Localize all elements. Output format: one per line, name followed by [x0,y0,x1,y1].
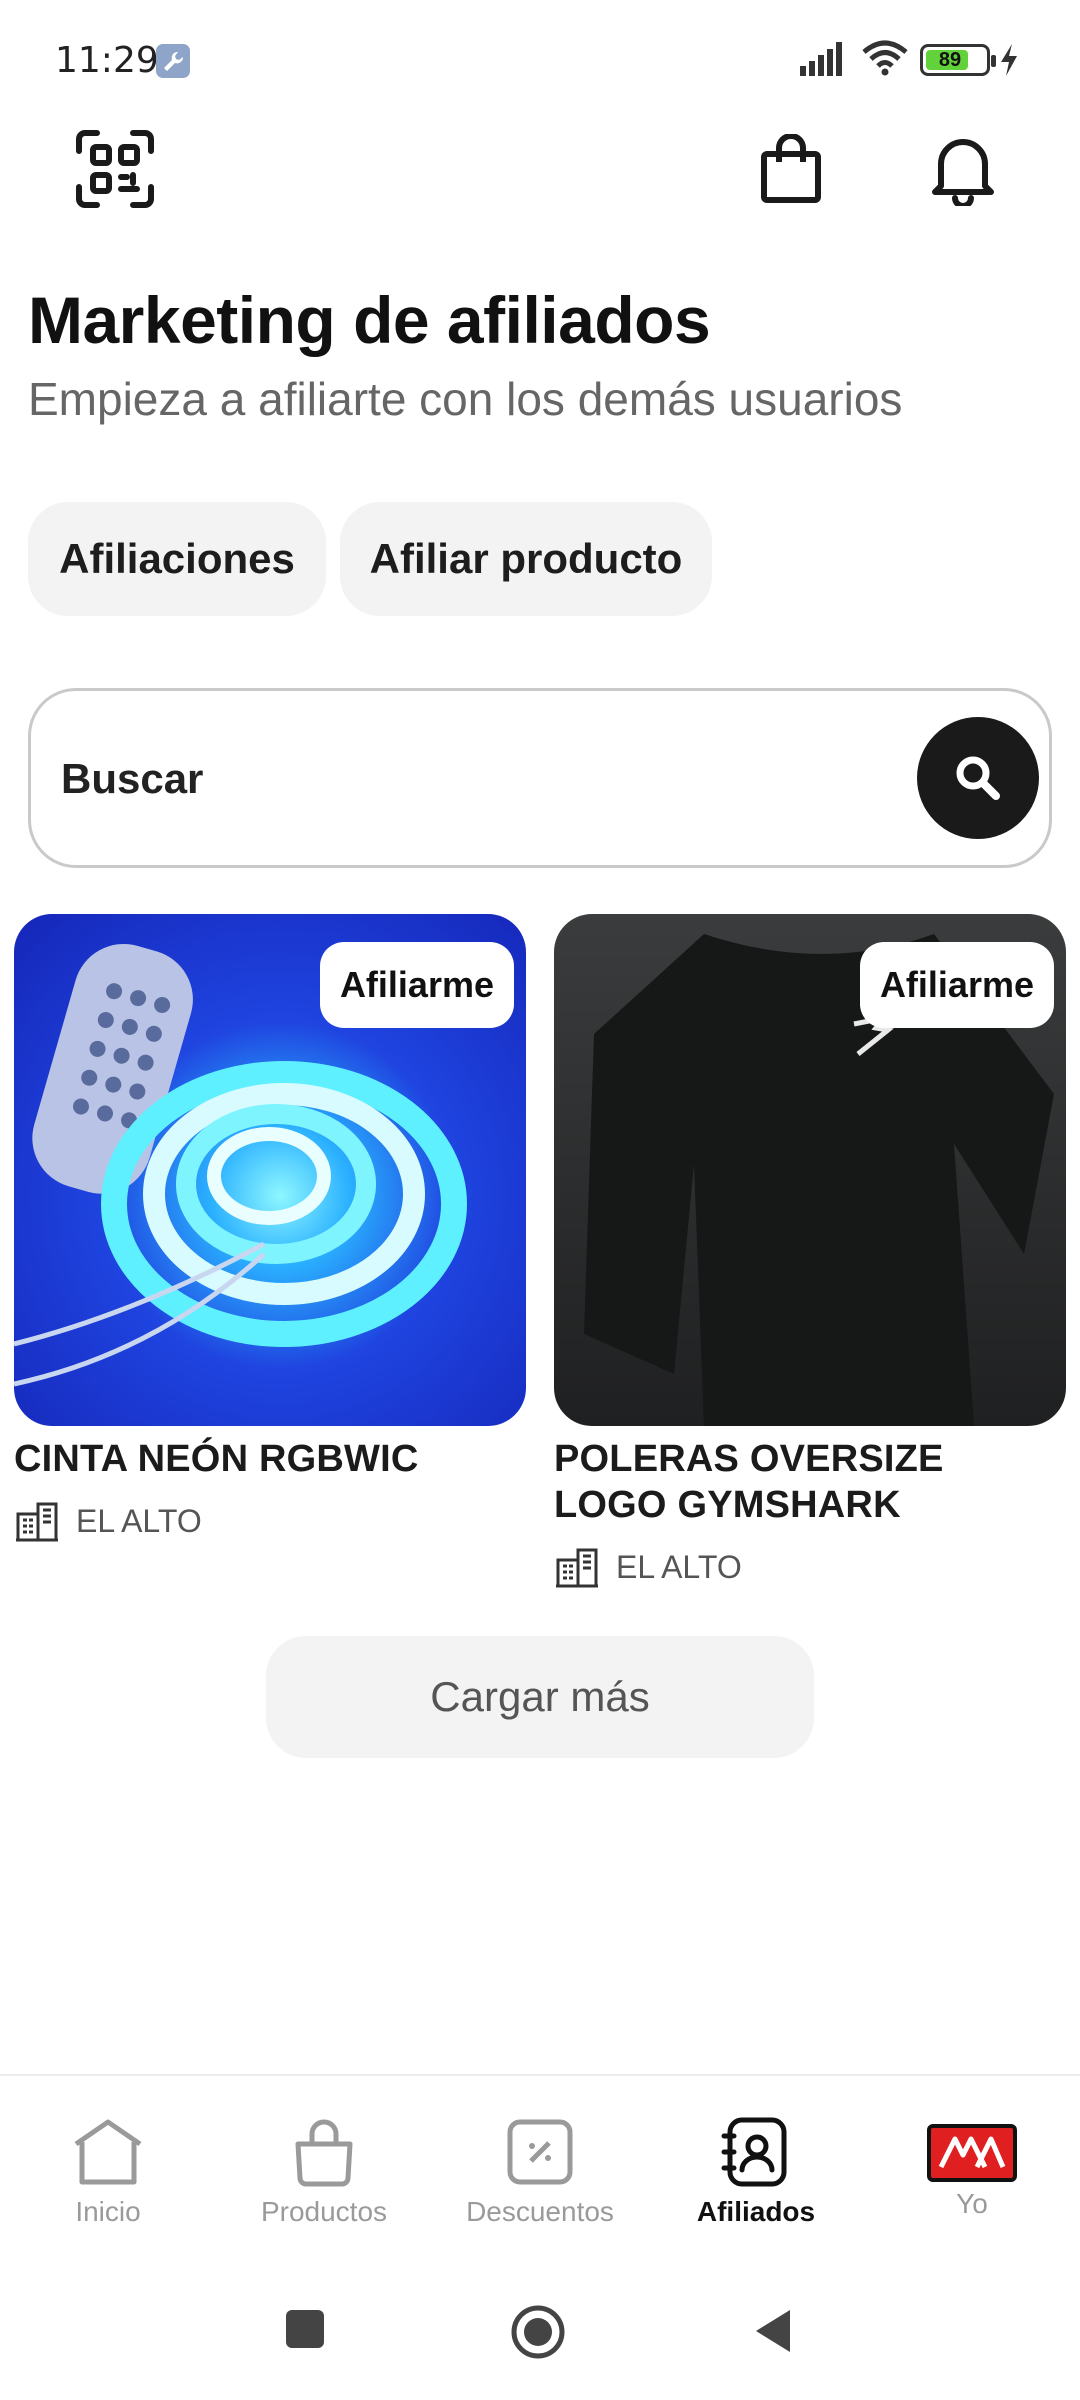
nav-label: Descuentos [466,2196,614,2227]
store-icon [16,1502,58,1542]
notifications-button[interactable] [922,128,1004,210]
store-icon [556,1548,598,1588]
affiliate-button[interactable]: Afiliarme [319,942,514,1028]
nav-label: Inicio [75,2196,141,2227]
product-location: EL ALTO [554,1544,1066,1590]
product-card[interactable]: Afiliarme POLERAS OVERSIZE LOGO GYMSHARK… [554,914,1066,1590]
qr-scan-button[interactable] [74,128,156,210]
status-time: 11:29 [55,40,159,81]
bell-icon [932,139,994,206]
nav-item-yo[interactable]: Yo [864,2116,1080,2220]
nav-label: Productos [260,2196,388,2227]
discount-icon [507,2119,573,2185]
nav-label: Afiliados [696,2196,816,2227]
avatar [927,2124,1017,2182]
affiliate-button[interactable]: Afiliarme [859,942,1054,1028]
qr-scan-icon [76,130,154,208]
product-image-tshirt[interactable]: Afiliarme [554,914,1066,1426]
tab-afiliaciones[interactable]: Afiliaciones [28,502,326,616]
shopping-bag-icon [761,134,821,203]
cart-button[interactable] [750,128,832,210]
product-name[interactable]: POLERAS OVERSIZE LOGO GYMSHARK [554,1436,1066,1528]
nav-item-productos[interactable]: Productos [216,2116,432,2228]
brand-logo-icon [938,2136,1006,2169]
product-location-text: EL ALTO [76,1502,202,1539]
system-nav-bar [0,2254,1080,2400]
home-icon [74,2119,142,2185]
product-location: EL ALTO [14,1498,526,1544]
wrench-icon [156,44,190,78]
search-button[interactable] [917,717,1039,839]
page-title: Marketing de afiliados [28,283,711,357]
bag-icon [295,2119,353,2187]
tab-afiliar-producto[interactable]: Afiliar producto [340,502,712,616]
back-button[interactable] [750,2306,794,2356]
status-bar: 11:29 89 [0,0,1080,110]
affiliate-contact-icon [721,2117,787,2187]
load-more-button[interactable]: Cargar más [266,1636,814,1758]
wifi-icon [862,40,908,76]
home-button[interactable] [510,2304,566,2360]
nav-item-inicio[interactable]: Inicio [0,2116,216,2228]
recent-apps-button[interactable] [286,2310,324,2348]
product-image-neon[interactable]: Afiliarme [14,914,526,1426]
battery-level: 89 [938,49,962,71]
nav-item-descuentos[interactable]: Descuentos [432,2116,648,2228]
product-card[interactable]: Afiliarme CINTA NEÓN RGBWIC EL ALTO [14,914,526,1544]
battery-icon: 89 [920,44,996,76]
charging-icon [1001,44,1017,76]
signal-icon [800,42,842,76]
search-input[interactable] [61,731,901,827]
nav-item-afiliados[interactable]: Afiliados [648,2116,864,2228]
product-name[interactable]: CINTA NEÓN RGBWIC [14,1436,526,1482]
nav-label: Yo [956,2188,988,2219]
search-icon [956,756,1000,800]
product-location-text: EL ALTO [616,1548,742,1585]
page-subtitle: Empieza a afiliarte con los demás usuari… [28,373,903,425]
search-bar [28,688,1052,868]
bottom-nav: Inicio Productos Descuentos Afiliados Yo [0,2074,1080,2254]
